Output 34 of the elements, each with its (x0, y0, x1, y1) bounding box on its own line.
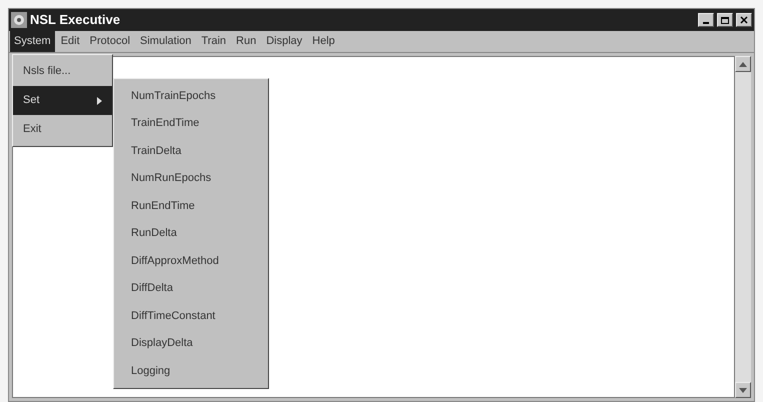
menu-item[interactable]: DisplayDelta (114, 330, 268, 357)
menu-item[interactable]: Set (13, 86, 112, 115)
menu-item[interactable]: Exit (13, 115, 112, 144)
menu-item[interactable]: Protocol (86, 31, 134, 52)
menu-item[interactable]: RunDelta (114, 220, 268, 247)
menu-item[interactable]: DiffTimeConstant (114, 302, 268, 330)
close-icon (740, 16, 748, 24)
menu-item[interactable]: DiffApproxMethod (114, 247, 268, 274)
window-title: NSL Executive (30, 11, 120, 30)
maximize-button[interactable] (717, 13, 733, 27)
menu-item[interactable]: NumRunEpochs (114, 164, 268, 192)
menu-item[interactable]: Display (262, 31, 306, 52)
menu-item[interactable]: NumTrainEpochs (114, 82, 268, 110)
menu-item[interactable]: TrainEndTime (114, 110, 268, 137)
menu-item[interactable]: Simulation (136, 31, 196, 52)
menu-item[interactable]: DiffDelta (114, 274, 268, 302)
scroll-down-button[interactable] (735, 382, 751, 398)
up-arrow-icon (739, 62, 747, 66)
app-icon (11, 12, 27, 28)
scroll-up-button[interactable] (735, 56, 751, 72)
menu-item[interactable]: TrainDelta (114, 137, 268, 164)
menu-item[interactable]: Logging (114, 357, 268, 384)
menu-item[interactable]: Run (232, 31, 260, 52)
menu-item[interactable]: Train (197, 31, 230, 52)
scrollbar[interactable] (735, 56, 751, 398)
submenu-arrow-icon (97, 96, 102, 104)
menu-item[interactable]: Edit (56, 31, 84, 52)
close-button[interactable] (736, 13, 752, 27)
menu-item[interactable]: System (10, 31, 55, 52)
menu-item[interactable]: Nsls file... (13, 57, 112, 86)
minimize-button[interactable] (698, 13, 714, 27)
menu-item[interactable]: Help (308, 31, 339, 52)
menu-item[interactable]: RunEndTime (114, 192, 268, 220)
down-arrow-icon (739, 388, 747, 392)
